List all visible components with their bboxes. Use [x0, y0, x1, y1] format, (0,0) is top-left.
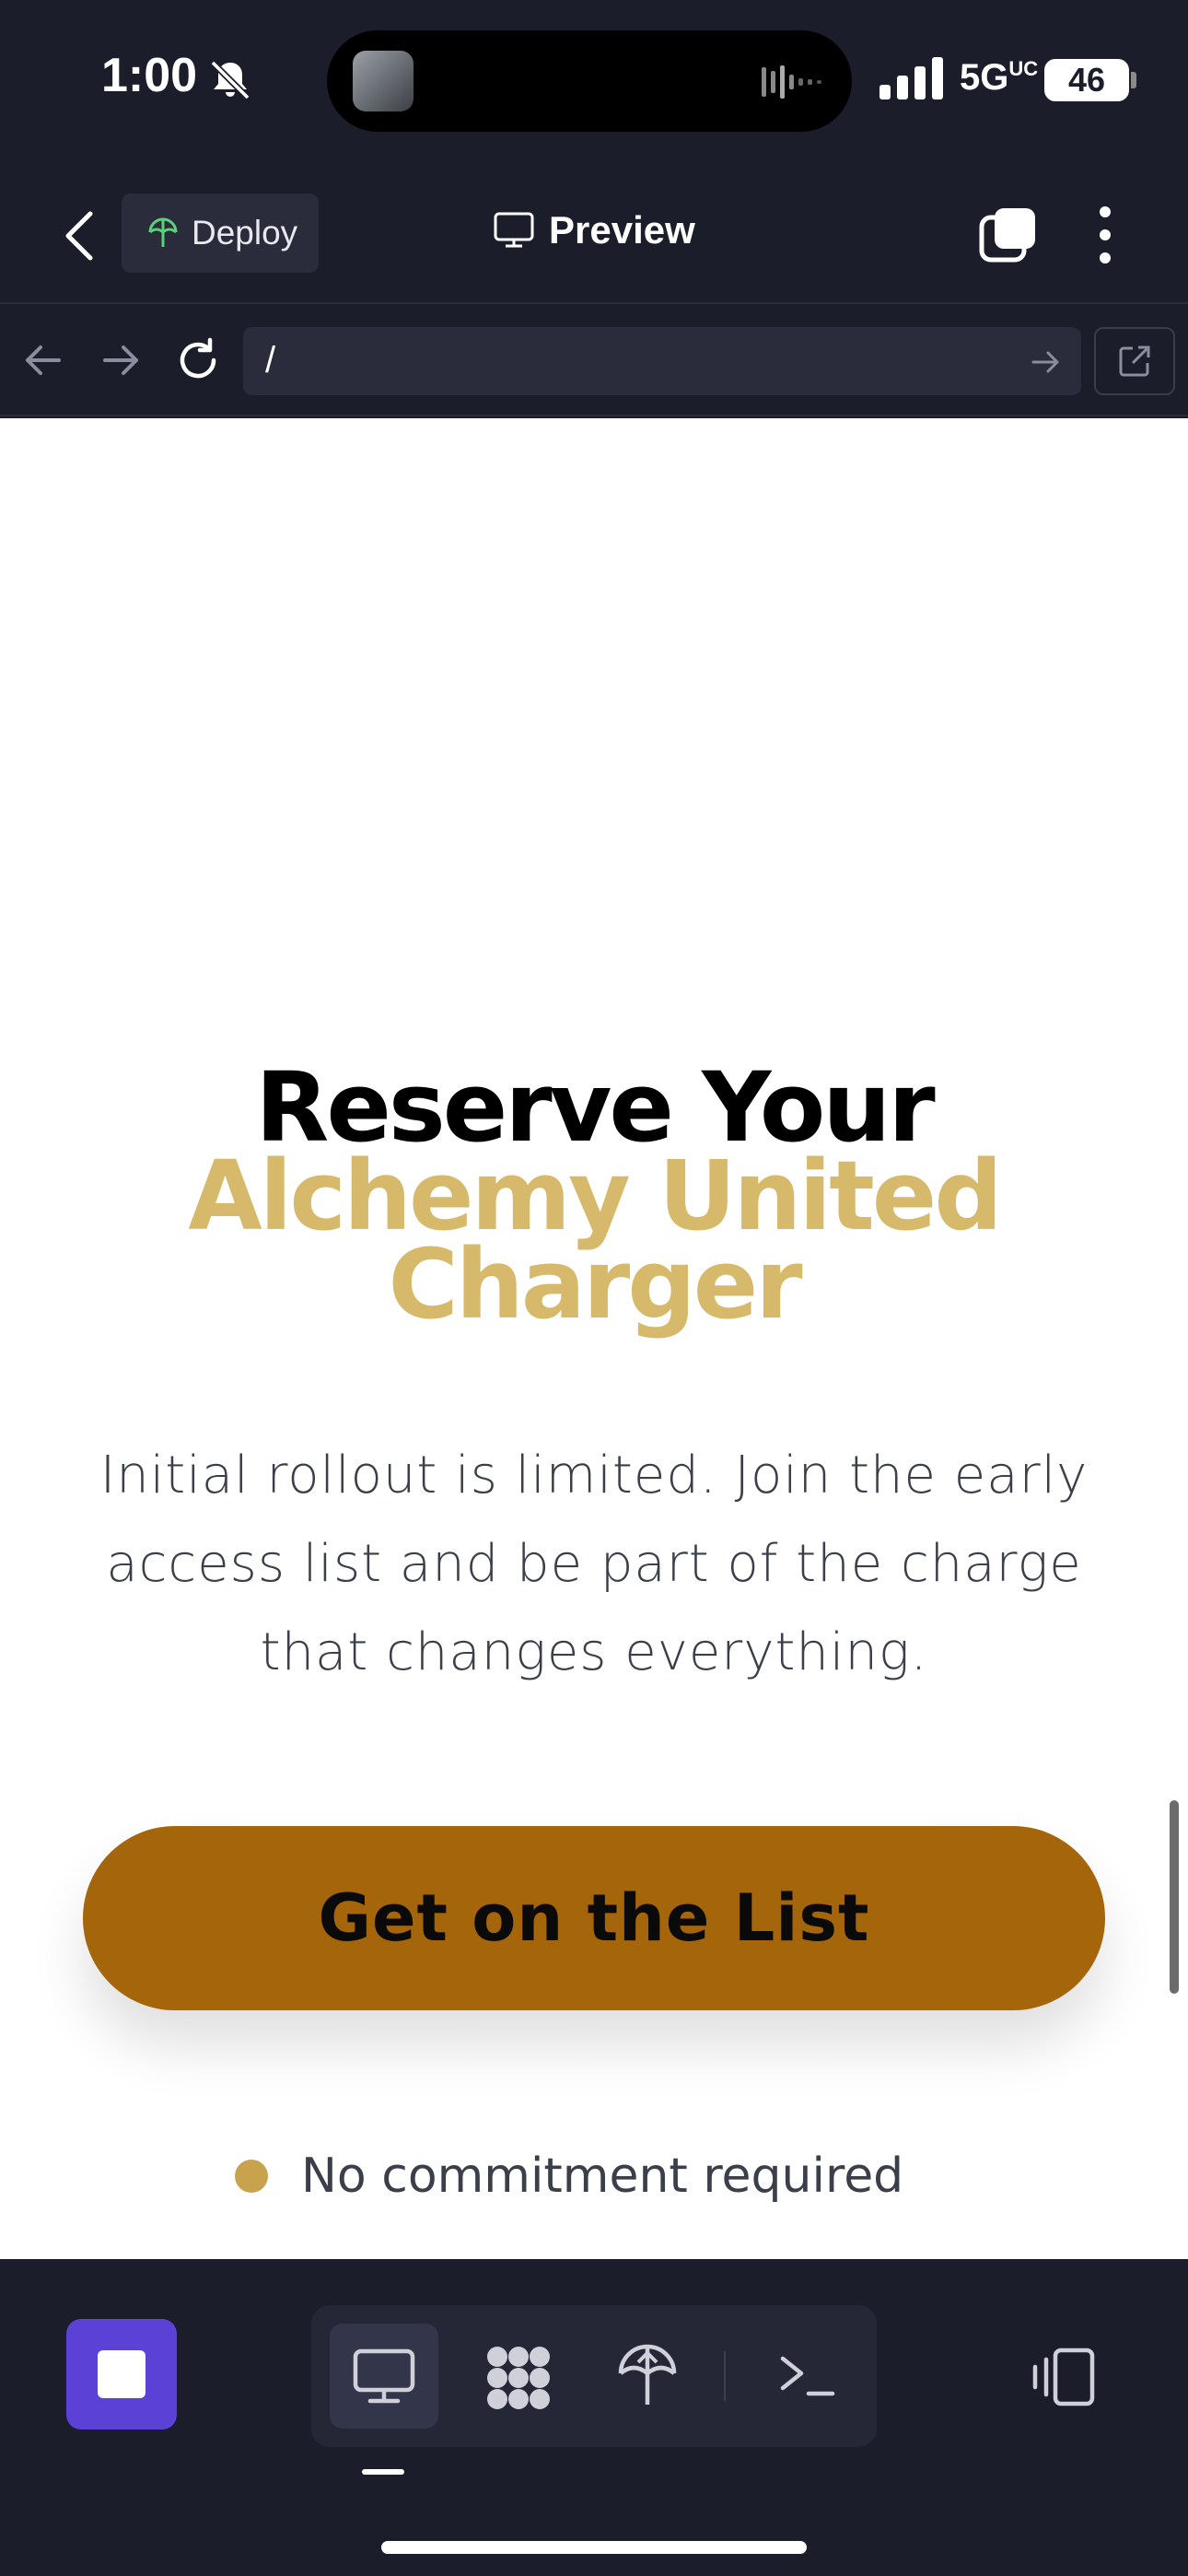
- rotate-device-icon[interactable]: [1031, 2347, 1098, 2407]
- cellular-signal-icon: [879, 57, 943, 100]
- home-indicator[interactable]: [381, 2541, 807, 2554]
- tool-preview[interactable]: [330, 2324, 438, 2429]
- deploy-icon: [148, 217, 178, 247]
- bell-muted-icon: [210, 60, 250, 100]
- tabs-icon[interactable]: [978, 205, 1039, 265]
- active-tab-indicator: [362, 2469, 404, 2475]
- page-title: Preview: [549, 208, 695, 252]
- terminal-icon: [780, 2356, 835, 2396]
- network-type: 5GUC: [960, 57, 1039, 98]
- scrollbar[interactable]: [1170, 1800, 1179, 1994]
- no-commitment-note: No commitment required: [235, 2149, 903, 2204]
- open-external-button[interactable]: [1094, 327, 1175, 395]
- audio-wave-icon: [762, 65, 821, 99]
- tool-packages[interactable]: [462, 2324, 571, 2429]
- hero-subtitle: Initial rollout is limited. Join the ear…: [99, 1446, 1089, 1682]
- tool-group: [311, 2305, 877, 2447]
- deploy-button[interactable]: Deploy: [122, 193, 319, 273]
- hero-title-line2: Alchemy United: [188, 1140, 1003, 1252]
- monitor-icon: [494, 212, 534, 248]
- battery-indicator: 46: [1044, 59, 1129, 101]
- url-text: /: [265, 340, 276, 381]
- stop-button[interactable]: [66, 2319, 177, 2430]
- hero-title-line3: Charger: [388, 1228, 802, 1341]
- hero-title: Reserve Your Alchemy United Charger: [0, 1051, 1188, 1341]
- hero-title-line1: Reserve Your: [255, 1051, 935, 1164]
- nav-back-arrow-icon[interactable]: [18, 335, 68, 385]
- note-text: No commitment required: [301, 2149, 904, 2204]
- external-link-icon: [1119, 345, 1150, 377]
- browser-nav-bar: /: [0, 306, 1188, 416]
- tool-deployments[interactable]: [593, 2324, 702, 2429]
- web-preview-content[interactable]: Reserve Your Alchemy United Charger Init…: [0, 418, 1188, 2259]
- toolbar-divider: [724, 2351, 726, 2401]
- now-playing-thumbnail: [353, 51, 413, 111]
- deploy-icon: [618, 2344, 677, 2405]
- status-time: 1:00: [101, 49, 198, 102]
- dynamic-island: [327, 30, 852, 132]
- reload-icon[interactable]: [173, 335, 223, 385]
- get-on-list-button[interactable]: Get on the List: [83, 1826, 1105, 2010]
- stop-icon: [98, 2350, 146, 2398]
- more-options-icon[interactable]: [1090, 205, 1120, 265]
- app-header: Deploy Preview: [0, 166, 1188, 304]
- nav-forward-arrow-icon[interactable]: [96, 335, 146, 385]
- bullet-dot: [235, 2160, 268, 2193]
- tool-shell[interactable]: [751, 2324, 860, 2429]
- packages-icon: [487, 2347, 550, 2409]
- deploy-label: Deploy: [192, 214, 298, 252]
- url-input[interactable]: /: [243, 327, 1081, 395]
- go-arrow-icon[interactable]: [1030, 345, 1063, 379]
- back-chevron-icon[interactable]: [57, 206, 103, 265]
- preview-title: Preview: [494, 208, 695, 252]
- desktop-icon: [353, 2348, 415, 2404]
- battery-cap: [1131, 72, 1136, 88]
- bottom-toolbar: [0, 2259, 1188, 2576]
- status-bar: 1:00 5GUC 46: [0, 0, 1188, 166]
